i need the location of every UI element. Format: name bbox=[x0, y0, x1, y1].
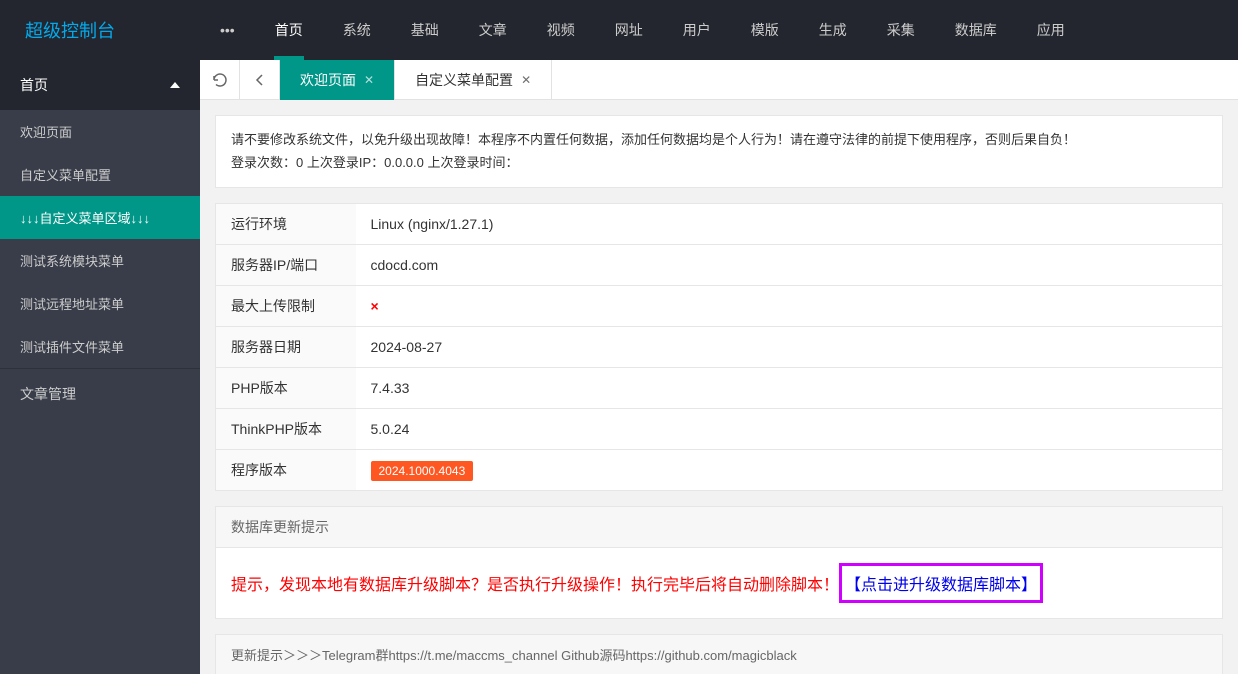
notice-line1: 请不要修改系统文件，以免升级出现故障！本程序不内置任何数据，添加任何数据均是个人… bbox=[231, 128, 1207, 151]
tab-1[interactable]: 自定义菜单配置 ✕ bbox=[395, 60, 552, 100]
table-row: 服务器IP/端口cdocd.com bbox=[216, 244, 1223, 285]
nav-item-2[interactable]: 基础 bbox=[391, 0, 459, 60]
toolbar: 欢迎页面 ✕ 自定义菜单配置 ✕ bbox=[200, 60, 1238, 100]
sidebar-section[interactable]: 文章管理 bbox=[0, 368, 200, 419]
sidebar-item-4[interactable]: 测试远程地址菜单 bbox=[0, 282, 200, 325]
nav-item-8[interactable]: 生成 bbox=[799, 0, 867, 60]
info-value: 2024.1000.4043 bbox=[356, 449, 1223, 490]
update-notice: 更新提示＞＞＞Telegram群https://t.me/maccms_chan… bbox=[215, 634, 1223, 674]
nav-item-4[interactable]: 视频 bbox=[527, 0, 595, 60]
table-row: 程序版本 2024.1000.4043 bbox=[216, 449, 1223, 490]
close-icon[interactable]: ✕ bbox=[364, 73, 374, 87]
tab-0[interactable]: 欢迎页面 ✕ bbox=[280, 60, 395, 100]
table-row: ThinkPHP版本5.0.24 bbox=[216, 408, 1223, 449]
nav-item-6[interactable]: 用户 bbox=[663, 0, 731, 60]
sidebar-item-3[interactable]: 测试系统模块菜单 bbox=[0, 239, 200, 282]
info-value: 7.4.33 bbox=[356, 367, 1223, 408]
sidebar-item-1[interactable]: 自定义菜单配置 bbox=[0, 153, 200, 196]
top-nav: 首页系统基础文章视频网址用户模版生成采集数据库应用 bbox=[255, 0, 1085, 60]
sidebar: 首页 欢迎页面自定义菜单配置↓↓↓自定义菜单区域↓↓↓测试系统模块菜单测试远程地… bbox=[0, 60, 200, 674]
sidebar-item-2[interactable]: ↓↓↓自定义菜单区域↓↓↓ bbox=[0, 196, 200, 239]
info-value: Linux (nginx/1.27.1) bbox=[356, 203, 1223, 244]
info-label: 运行环境 bbox=[216, 203, 356, 244]
nav-item-9[interactable]: 采集 bbox=[867, 0, 935, 60]
info-value: 5.0.24 bbox=[356, 408, 1223, 449]
nav-item-10[interactable]: 数据库 bbox=[935, 0, 1017, 60]
refresh-icon bbox=[212, 72, 228, 88]
chevron-up-icon bbox=[170, 82, 180, 88]
info-label: ThinkPHP版本 bbox=[216, 408, 356, 449]
sidebar-header-label: 首页 bbox=[20, 75, 48, 95]
info-value: × bbox=[356, 285, 1223, 326]
tab-label: 自定义菜单配置 bbox=[415, 70, 513, 90]
info-label: 最大上传限制 bbox=[216, 285, 356, 326]
table-row: 服务器日期2024-08-27 bbox=[216, 326, 1223, 367]
nav-item-5[interactable]: 网址 bbox=[595, 0, 663, 60]
info-label: 服务器IP/端口 bbox=[216, 244, 356, 285]
tab-label: 欢迎页面 bbox=[300, 70, 356, 90]
chevron-left-icon bbox=[253, 73, 267, 87]
menu-ellipsis[interactable]: ••• bbox=[200, 22, 255, 38]
version-badge: 2024.1000.4043 bbox=[371, 461, 474, 481]
info-label: 程序版本 bbox=[216, 449, 356, 490]
tabs-container: 欢迎页面 ✕ 自定义菜单配置 ✕ bbox=[280, 60, 552, 99]
sidebar-item-0[interactable]: 欢迎页面 bbox=[0, 110, 200, 153]
nav-item-3[interactable]: 文章 bbox=[459, 0, 527, 60]
info-value: cdocd.com bbox=[356, 244, 1223, 285]
notice-box: 请不要修改系统文件，以免升级出现故障！本程序不内置任何数据，添加任何数据均是个人… bbox=[215, 115, 1223, 188]
sidebar-item-5[interactable]: 测试插件文件菜单 bbox=[0, 325, 200, 368]
sidebar-items: 欢迎页面自定义菜单配置↓↓↓自定义菜单区域↓↓↓测试系统模块菜单测试远程地址菜单… bbox=[0, 110, 200, 368]
db-warning-text: 提示，发现本地有数据库升级脚本？是否执行升级操作！执行完毕后将自动删除脚本！ bbox=[231, 571, 839, 595]
logo: 超级控制台 bbox=[0, 17, 200, 43]
close-icon[interactable]: ✕ bbox=[521, 73, 531, 87]
info-value: 2024-08-27 bbox=[356, 326, 1223, 367]
content-area: 请不要修改系统文件，以免升级出现故障！本程序不内置任何数据，添加任何数据均是个人… bbox=[200, 100, 1238, 674]
refresh-button[interactable] bbox=[200, 60, 240, 100]
info-label: PHP版本 bbox=[216, 367, 356, 408]
table-row: 最大上传限制× bbox=[216, 285, 1223, 326]
nav-item-7[interactable]: 模版 bbox=[731, 0, 799, 60]
nav-item-11[interactable]: 应用 bbox=[1017, 0, 1085, 60]
db-warning-box: 提示，发现本地有数据库升级脚本？是否执行升级操作！执行完毕后将自动删除脚本！ 【… bbox=[215, 547, 1223, 619]
notice-line2: 登录次数：0 上次登录IP：0.0.0.0 上次登录时间： bbox=[231, 151, 1207, 174]
table-row: PHP版本7.4.33 bbox=[216, 367, 1223, 408]
table-row: 运行环境Linux (nginx/1.27.1) bbox=[216, 203, 1223, 244]
sidebar-header[interactable]: 首页 bbox=[0, 60, 200, 110]
back-button[interactable] bbox=[240, 60, 280, 100]
info-label: 服务器日期 bbox=[216, 326, 356, 367]
db-section-header: 数据库更新提示 bbox=[215, 506, 1223, 547]
info-table: 运行环境Linux (nginx/1.27.1)服务器IP/端口cdocd.co… bbox=[215, 203, 1223, 491]
upgrade-db-link[interactable]: 【点击进升级数据库脚本】 bbox=[839, 563, 1043, 603]
nav-item-1[interactable]: 系统 bbox=[323, 0, 391, 60]
nav-item-0[interactable]: 首页 bbox=[255, 0, 323, 60]
